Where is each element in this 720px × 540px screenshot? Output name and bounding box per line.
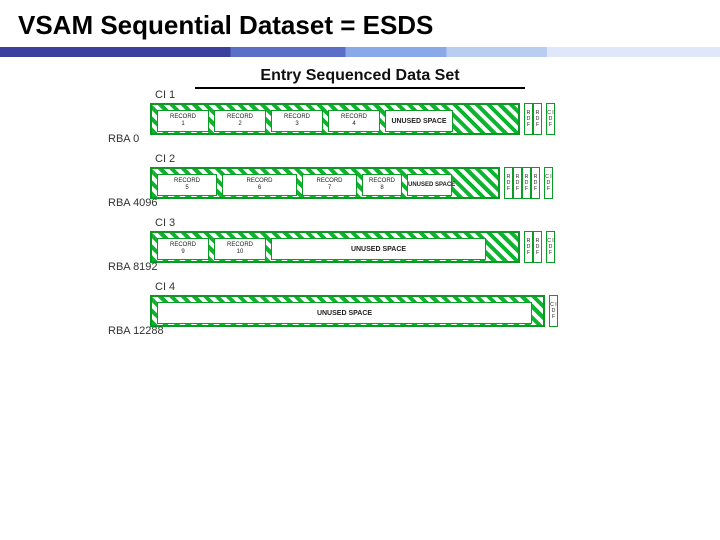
ci-label-1: CI 1 xyxy=(155,89,175,101)
record-cell: RECORD8 xyxy=(362,174,402,196)
record-cell: RECORD9 xyxy=(157,238,209,260)
rdf-cell: R D F xyxy=(533,103,542,135)
title-accent-bar xyxy=(0,47,720,57)
rdf-cell: R D F xyxy=(513,167,522,199)
cidf-cell: C I D F xyxy=(546,103,555,135)
unused-space: UNUSED SPACE xyxy=(407,174,452,196)
rdf-cell: R D F xyxy=(531,167,540,199)
esds-figure: Entry Sequenced Data Set CI 1 RECORD1 RE… xyxy=(0,57,720,537)
figure-title: Entry Sequenced Data Set xyxy=(0,67,720,85)
trailing-fields: R D F R D F C I D F xyxy=(524,103,555,135)
cidf-cell: C I D F xyxy=(546,231,555,263)
rdf-cell: R D F xyxy=(522,167,531,199)
ci-4: CI 4 UNUSED SPACE C I D F RBA 12288 xyxy=(0,295,720,341)
ci-label-4: CI 4 xyxy=(155,281,175,293)
trailing-fields: R D F R D F C I D F xyxy=(524,231,555,263)
ci-label-2: CI 2 xyxy=(155,153,175,165)
cidf-cell: C I D F xyxy=(549,295,558,327)
unused-space: UNUSED SPACE xyxy=(385,110,453,132)
ci-3-bar: RECORD9 RECORD10 UNUSED SPACE xyxy=(150,231,520,263)
trailing-fields: C I D F xyxy=(549,295,558,327)
trailing-fields: R D F R D F R D F R D F C I D F xyxy=(504,167,553,199)
rdf-cell: R D F xyxy=(524,103,533,135)
ci-4-bar: UNUSED SPACE xyxy=(150,295,545,327)
record-cell: RECORD3 xyxy=(271,110,323,132)
unused-space: UNUSED SPACE xyxy=(157,302,532,324)
ci-2-bar: RECORD5 RECORD6 RECORD7 RECORD8 UNUSED S… xyxy=(150,167,500,199)
ci-1: CI 1 RECORD1 RECORD2 RECORD3 RECORD4 UNU… xyxy=(0,103,720,149)
rba-label-8192: RBA 8192 xyxy=(108,261,158,273)
ci-1-bar: RECORD1 RECORD2 RECORD3 RECORD4 UNUSED S… xyxy=(150,103,520,135)
rba-label-4096: RBA 4096 xyxy=(108,197,158,209)
slide-title: VSAM Sequential Dataset = ESDS xyxy=(0,0,720,47)
record-cell: RECORD4 xyxy=(328,110,380,132)
record-cell: RECORD7 xyxy=(302,174,357,196)
ci-label-3: CI 3 xyxy=(155,217,175,229)
cidf-cell: C I D F xyxy=(544,167,553,199)
record-cell: RECORD2 xyxy=(214,110,266,132)
ci-3: CI 3 RECORD9 RECORD10 UNUSED SPACE R D F… xyxy=(0,231,720,277)
rdf-cell: R D F xyxy=(504,167,513,199)
rdf-cell: R D F xyxy=(533,231,542,263)
figure-title-underline xyxy=(195,87,525,89)
record-cell: RECORD6 xyxy=(222,174,297,196)
unused-space: UNUSED SPACE xyxy=(271,238,486,260)
record-cell: RECORD1 xyxy=(157,110,209,132)
record-cell: RECORD5 xyxy=(157,174,217,196)
rba-label-12288: RBA 12288 xyxy=(108,325,164,337)
ci-2: CI 2 RECORD5 RECORD6 RECORD7 RECORD8 UNU… xyxy=(0,167,720,213)
rdf-cell: R D F xyxy=(524,231,533,263)
rba-label-0: RBA 0 xyxy=(108,133,139,145)
record-cell: RECORD10 xyxy=(214,238,266,260)
